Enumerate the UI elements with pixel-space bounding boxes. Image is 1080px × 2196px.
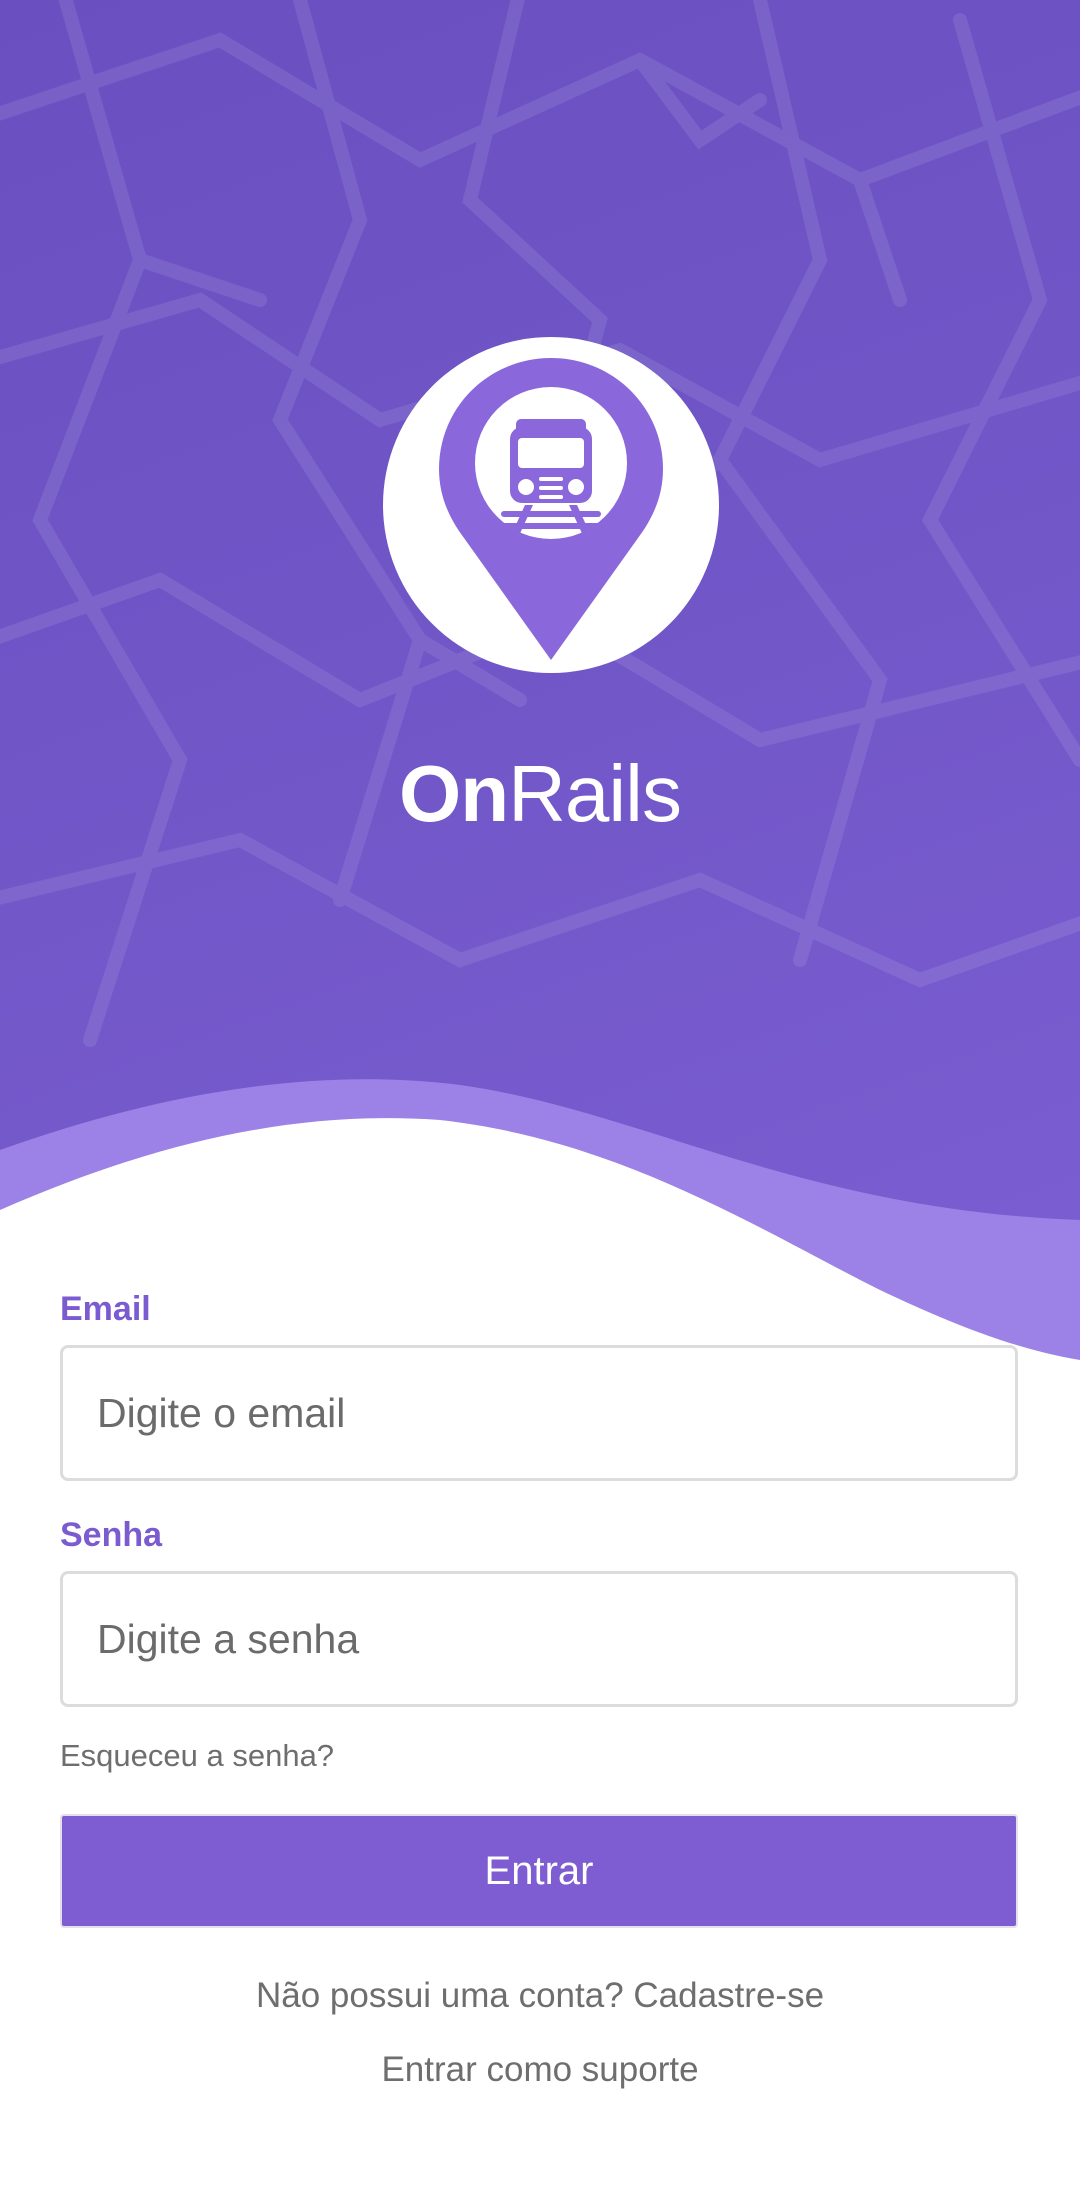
support-login-link[interactable]: Entrar como suporte (0, 2048, 1080, 2092)
app-name-part-rails: Rails (508, 749, 682, 838)
forgot-password-link[interactable]: Esqueceu a senha? (60, 1736, 334, 1776)
app-logo (383, 337, 719, 673)
app-name-part-on: On (399, 749, 509, 838)
hero-header: OnRails (0, 0, 1080, 1400)
app-name: OnRails (0, 740, 1080, 848)
password-label: Senha (60, 1516, 163, 1554)
signup-link[interactable]: Não possui uma conta? Cadastre-se (0, 1974, 1080, 2018)
login-button[interactable]: Entrar (60, 1814, 1018, 1928)
train-location-pin-icon (383, 337, 719, 673)
password-field[interactable] (60, 1571, 1018, 1707)
email-field[interactable] (60, 1345, 1018, 1481)
email-label: Email (60, 1290, 151, 1328)
